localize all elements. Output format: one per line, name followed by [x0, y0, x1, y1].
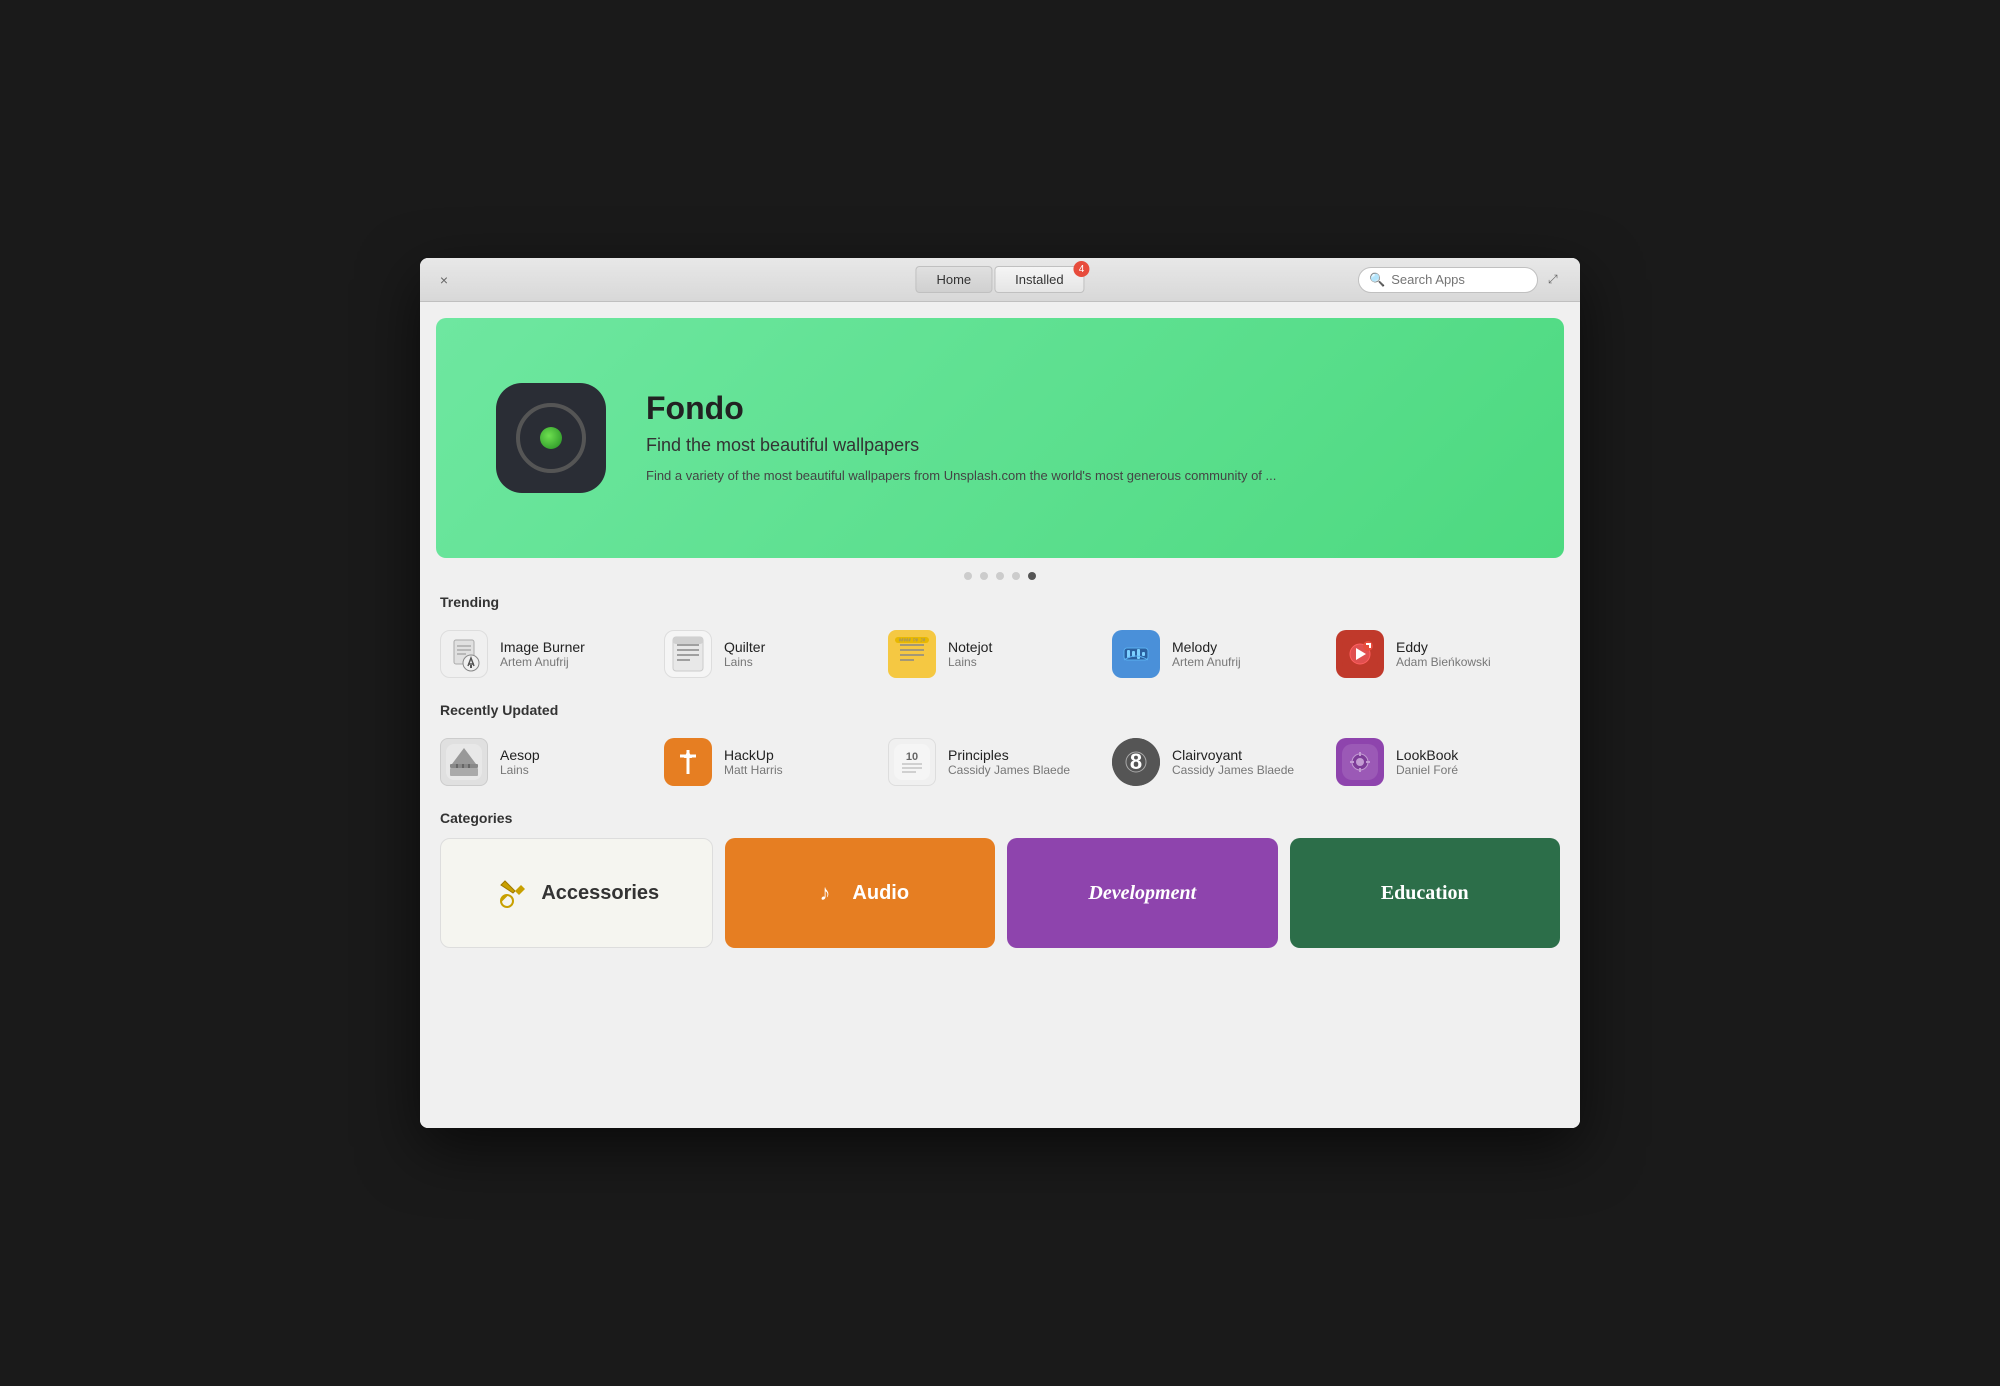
titlebar: × Home Installed 4 🔍 ⤢ [420, 258, 1580, 302]
app-icon-hackup [664, 738, 712, 786]
main-content: Fondo Find the most beautiful wallpapers… [420, 302, 1580, 1128]
svg-text:##### P# J#: ##### P# J# [899, 638, 926, 643]
dot-4[interactable] [1012, 572, 1020, 580]
app-name: Clairvoyant [1172, 747, 1294, 763]
app-name: Image Burner [500, 639, 585, 655]
search-input[interactable] [1391, 272, 1531, 287]
search-icon: 🔍 [1369, 272, 1385, 288]
app-author: Daniel Foré [1396, 763, 1458, 777]
app-icon-principles: 10 [888, 738, 936, 786]
hero-banner[interactable]: Fondo Find the most beautiful wallpapers… [436, 318, 1564, 558]
app-info: HackUp Matt Harris [724, 747, 783, 777]
list-item[interactable]: Aesop Lains [440, 730, 664, 794]
app-info: Aesop Lains [500, 747, 540, 777]
svg-text:♪: ♪ [820, 880, 831, 905]
recently-updated-list: Aesop Lains HackUp [440, 730, 1560, 794]
app-name: LookBook [1396, 747, 1458, 763]
category-education-label: Education [1381, 882, 1469, 905]
list-item[interactable]: 8 Clairvoyant Cassidy James Blaede [1112, 730, 1336, 794]
app-info: Notejot Lains [948, 639, 992, 669]
list-item[interactable]: Image Burner Artem Anufrij [440, 622, 664, 686]
dot-2[interactable] [980, 572, 988, 580]
app-author: Lains [724, 655, 765, 669]
trending-list: Image Burner Artem Anufrij [440, 622, 1560, 686]
list-item[interactable]: Quilter Lains [664, 622, 888, 686]
app-icon-lookbook [1336, 738, 1384, 786]
dot-1[interactable] [964, 572, 972, 580]
list-item[interactable]: 10 Principles Cassidy James Blaede [888, 730, 1112, 794]
list-item[interactable]: HackUp Matt Harris [664, 730, 888, 794]
search-box[interactable]: 🔍 [1358, 267, 1538, 293]
app-name: Notejot [948, 639, 992, 655]
app-name: Principles [948, 747, 1070, 763]
app-author: Lains [948, 655, 992, 669]
app-info: LookBook Daniel Foré [1396, 747, 1458, 777]
category-development[interactable]: Development [1007, 838, 1278, 948]
hero-app-icon [496, 383, 606, 493]
trending-title: Trending [440, 594, 1560, 610]
installed-badge: 4 [1074, 261, 1090, 277]
app-author: Matt Harris [724, 763, 783, 777]
tab-home[interactable]: Home [915, 266, 992, 293]
app-author: Lains [500, 763, 540, 777]
app-author: Cassidy James Blaede [948, 763, 1070, 777]
app-info: Image Burner Artem Anufrij [500, 639, 585, 669]
app-author: Artem Anufrij [1172, 655, 1241, 669]
app-name: HackUp [724, 747, 783, 763]
trending-section: Trending [420, 594, 1580, 686]
category-audio-label: Audio [852, 882, 909, 905]
hero-app-name: Fondo [646, 390, 1276, 427]
list-item[interactable]: Melody Artem Anufrij [1112, 622, 1336, 686]
hero-text: Fondo Find the most beautiful wallpapers… [646, 390, 1276, 486]
tab-installed[interactable]: Installed 4 [994, 266, 1084, 293]
app-window: × Home Installed 4 🔍 ⤢ Fond [420, 258, 1580, 1128]
categories-title: Categories [440, 810, 1560, 826]
carousel-dots [420, 572, 1580, 580]
close-button[interactable]: × [436, 272, 452, 288]
list-item[interactable]: Eddy Adam Bieńkowski [1336, 622, 1560, 686]
app-name: Melody [1172, 639, 1241, 655]
list-item[interactable]: ##### P# J# Notejot Lains [888, 622, 1112, 686]
dot-5[interactable] [1028, 572, 1036, 580]
hero-icon-ring [516, 403, 586, 473]
app-info: Melody Artem Anufrij [1172, 639, 1241, 669]
hero-tagline: Find the most beautiful wallpapers [646, 435, 1276, 456]
category-accessories-label: Accessories [541, 882, 659, 905]
hero-icon-dot [540, 427, 562, 449]
category-education[interactable]: Education [1290, 838, 1561, 948]
app-info: Eddy Adam Bieńkowski [1396, 639, 1491, 669]
app-author: Artem Anufrij [500, 655, 585, 669]
category-accessories[interactable]: Accessories [440, 838, 713, 948]
app-name: Aesop [500, 747, 540, 763]
app-icon-melody [1112, 630, 1160, 678]
list-item[interactable]: LookBook Daniel Foré [1336, 730, 1560, 794]
dot-3[interactable] [996, 572, 1004, 580]
nav-tabs: Home Installed 4 [915, 266, 1084, 293]
svg-text:10: 10 [906, 751, 918, 763]
app-icon-image-burner [440, 630, 488, 678]
category-development-label: Development [1088, 882, 1196, 905]
recently-updated-title: Recently Updated [440, 702, 1560, 718]
app-icon-eddy [1336, 630, 1384, 678]
app-name: Eddy [1396, 639, 1491, 655]
app-info: Principles Cassidy James Blaede [948, 747, 1070, 777]
categories-grid: Accessories ♪ Audio Development Educatio… [440, 838, 1560, 948]
app-icon-notejot: ##### P# J# [888, 630, 936, 678]
app-info: Quilter Lains [724, 639, 765, 669]
app-author: Cassidy James Blaede [1172, 763, 1294, 777]
app-icon-quilter [664, 630, 712, 678]
categories-section: Categories Accessories ♪ Audio [420, 810, 1580, 948]
app-info: Clairvoyant Cassidy James Blaede [1172, 747, 1294, 777]
app-icon-clairvoyant: 8 [1112, 738, 1160, 786]
app-icon-aesop [440, 738, 488, 786]
hero-description: Find a variety of the most beautiful wal… [646, 466, 1276, 486]
recently-updated-section: Recently Updated [420, 702, 1580, 794]
category-audio[interactable]: ♪ Audio [725, 838, 996, 948]
fullscreen-button[interactable]: ⤢ [1548, 272, 1564, 288]
app-name: Quilter [724, 639, 765, 655]
app-author: Adam Bieńkowski [1396, 655, 1491, 669]
